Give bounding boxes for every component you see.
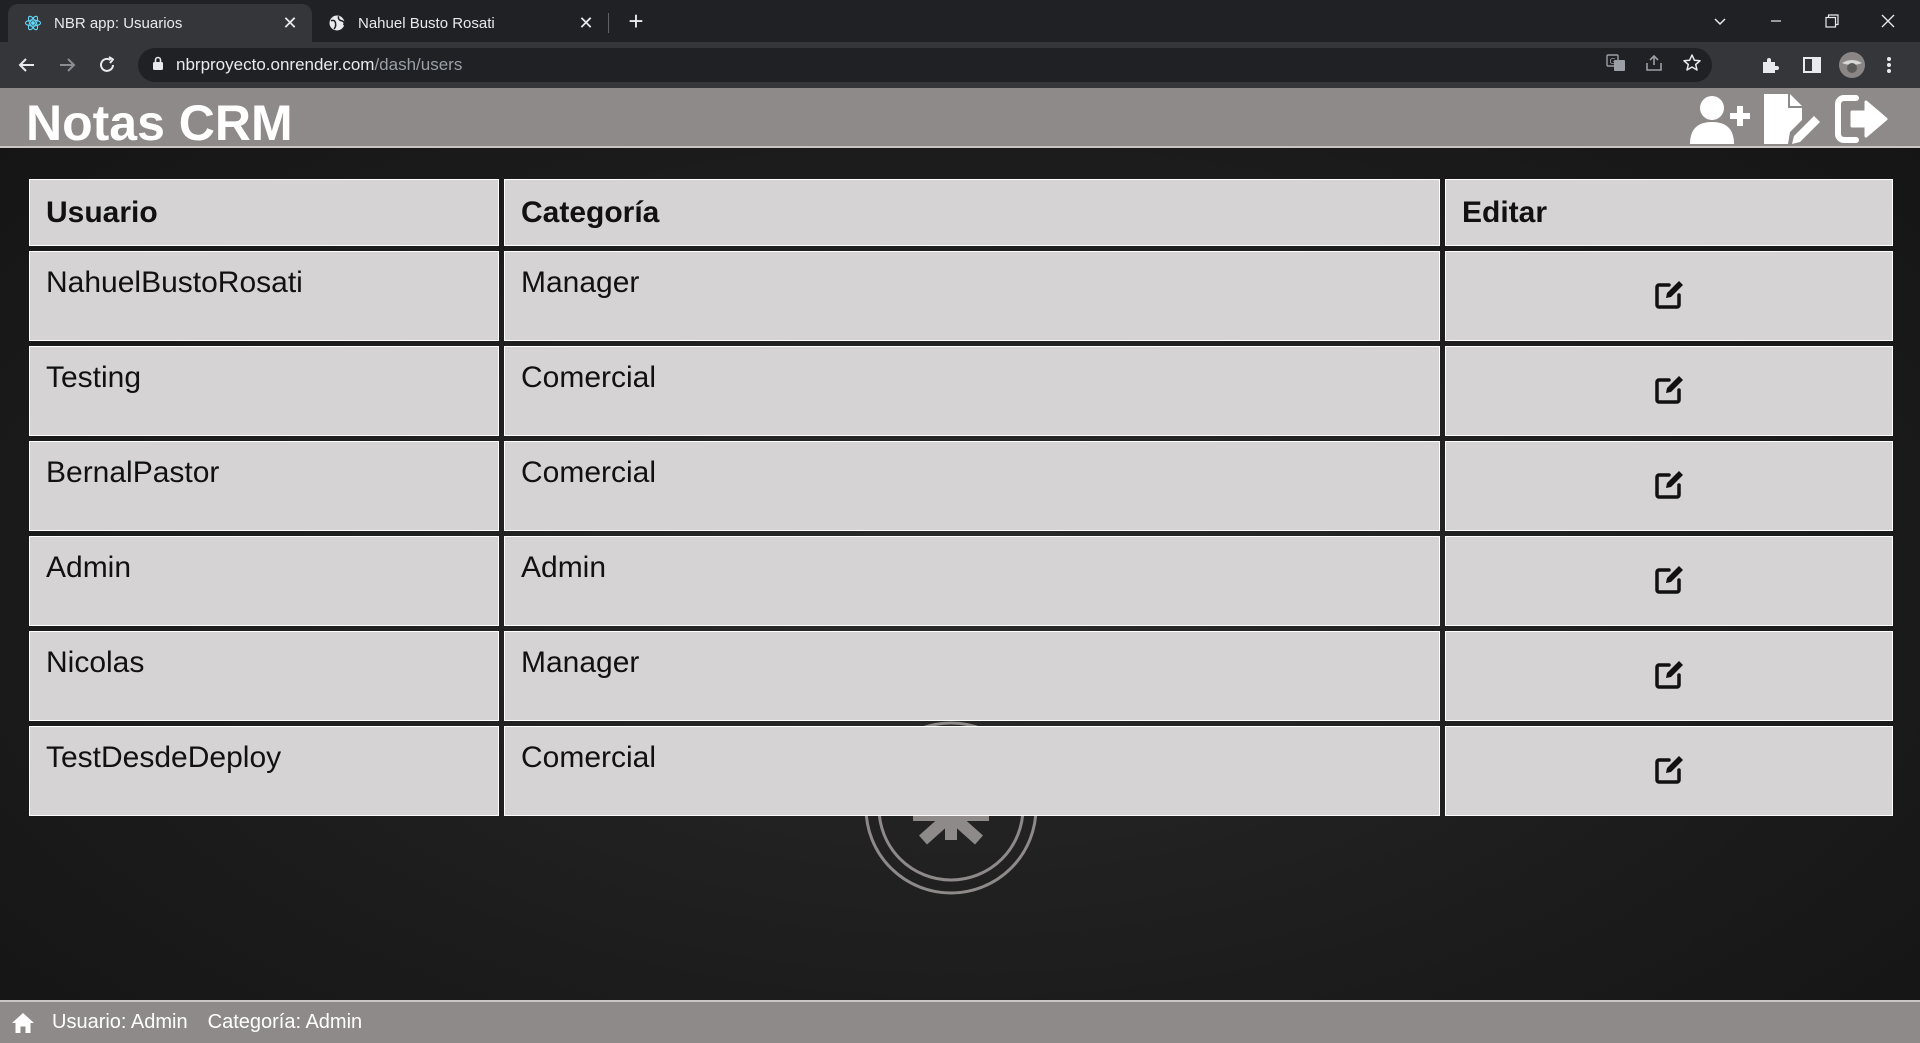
translate-icon[interactable]: G — [1606, 53, 1626, 78]
new-note-button[interactable] — [1760, 92, 1822, 146]
close-window-button[interactable] — [1860, 0, 1916, 42]
cell-categoria: Manager — [504, 631, 1440, 721]
lock-icon — [152, 56, 164, 75]
table-row: Admin Admin — [29, 536, 1893, 626]
edit-icon — [1655, 281, 1683, 309]
close-tab-icon[interactable]: ✕ — [280, 13, 300, 33]
table-row: NahuelBustoRosati Manager — [29, 251, 1893, 341]
react-icon — [24, 14, 42, 32]
table-row: TestDesdeDeploy Comercial — [29, 726, 1893, 816]
tab-title: NBR app: Usuarios — [54, 14, 183, 32]
edit-user-button[interactable] — [1651, 657, 1687, 693]
bookmark-star-icon[interactable] — [1682, 53, 1702, 78]
browser-tab[interactable]: Nahuel Busto Rosati ✕ — [312, 4, 608, 42]
edit-icon — [1655, 566, 1683, 594]
users-table: Usuario Categoría Editar NahuelBustoRosa… — [24, 174, 1898, 821]
cell-categoria: Manager — [504, 251, 1440, 341]
cell-editar — [1445, 251, 1893, 341]
add-user-icon — [1690, 96, 1750, 144]
globe-icon — [328, 14, 346, 32]
share-icon[interactable] — [1644, 53, 1664, 78]
app-header: Notas CRM — [0, 88, 1920, 151]
reload-icon[interactable] — [92, 50, 122, 80]
side-panel-icon[interactable] — [1802, 50, 1822, 80]
profile-avatar[interactable] — [1838, 50, 1866, 80]
cell-categoria: Comercial — [504, 346, 1440, 436]
cell-editar — [1445, 441, 1893, 531]
cell-editar — [1445, 346, 1893, 436]
home-icon — [12, 1012, 34, 1033]
browser-tab-active[interactable]: NBR app: Usuarios ✕ — [8, 4, 312, 42]
table-row: Testing Comercial — [29, 346, 1893, 436]
minimize-button[interactable] — [1748, 0, 1804, 42]
add-user-button[interactable] — [1688, 92, 1752, 146]
url-path: /dash/users — [374, 55, 463, 74]
current-category-status: Categoría: Admin — [207, 1011, 363, 1033]
cell-editar — [1445, 536, 1893, 626]
column-header-editar: Editar — [1445, 179, 1893, 246]
svg-text:G: G — [1610, 57, 1616, 66]
edit-user-button[interactable] — [1651, 752, 1687, 788]
url-text: nbrproyecto.onrender.com/dash/users — [176, 55, 462, 75]
edit-user-button[interactable] — [1651, 277, 1687, 313]
cell-usuario: BernalPastor — [29, 441, 499, 531]
logout-icon — [1835, 95, 1888, 143]
cell-editar — [1445, 726, 1893, 816]
restore-button[interactable] — [1804, 0, 1860, 42]
cell-usuario: NahuelBustoRosati — [29, 251, 499, 341]
cell-usuario: Admin — [29, 536, 499, 626]
new-tab-button[interactable]: + — [622, 8, 650, 36]
edit-icon — [1655, 471, 1683, 499]
edit-icon — [1655, 661, 1683, 689]
url-host: nbrproyecto.onrender.com — [176, 55, 375, 74]
table-row: BernalPastor Comercial — [29, 441, 1893, 531]
logout-button[interactable] — [1834, 92, 1894, 146]
forward-icon[interactable] — [52, 50, 82, 80]
edit-user-button[interactable] — [1651, 467, 1687, 503]
app-footer: Usuario: Admin Categoría: Admin — [0, 1000, 1920, 1043]
address-bar[interactable]: nbrproyecto.onrender.com/dash/users G — [138, 48, 1712, 82]
edit-user-button[interactable] — [1651, 562, 1687, 598]
close-tab-icon[interactable]: ✕ — [576, 13, 596, 33]
column-header-categoria: Categoría — [504, 179, 1440, 246]
page-title[interactable]: Notas CRM — [26, 94, 293, 152]
edit-user-button[interactable] — [1651, 372, 1687, 408]
browser-toolbar: nbrproyecto.onrender.com/dash/users G — [0, 42, 1920, 88]
cell-usuario: TestDesdeDeploy — [29, 726, 499, 816]
current-user-status: Usuario: Admin — [52, 1011, 188, 1033]
edit-icon — [1655, 756, 1683, 784]
browser-tab-strip: NBR app: Usuarios ✕ Nahuel Busto Rosati … — [0, 0, 1920, 42]
cell-categoria: Comercial — [504, 726, 1440, 816]
table-header-row: Usuario Categoría Editar — [29, 179, 1893, 246]
tab-separator — [608, 13, 609, 33]
tab-search-icon[interactable] — [1692, 0, 1748, 42]
new-note-icon — [1764, 94, 1820, 144]
extensions-icon[interactable] — [1760, 50, 1780, 80]
back-icon[interactable] — [12, 50, 42, 80]
table-row: Nicolas Manager — [29, 631, 1893, 721]
cell-editar — [1445, 631, 1893, 721]
cell-usuario: Testing — [29, 346, 499, 436]
cell-usuario: Nicolas — [29, 631, 499, 721]
home-button[interactable] — [10, 1010, 36, 1036]
tab-title: Nahuel Busto Rosati — [358, 14, 495, 32]
cell-categoria: Admin — [504, 536, 1440, 626]
edit-icon — [1655, 376, 1683, 404]
cell-categoria: Comercial — [504, 441, 1440, 531]
browser-menu-icon[interactable] — [1886, 50, 1892, 80]
column-header-usuario: Usuario — [29, 179, 499, 246]
